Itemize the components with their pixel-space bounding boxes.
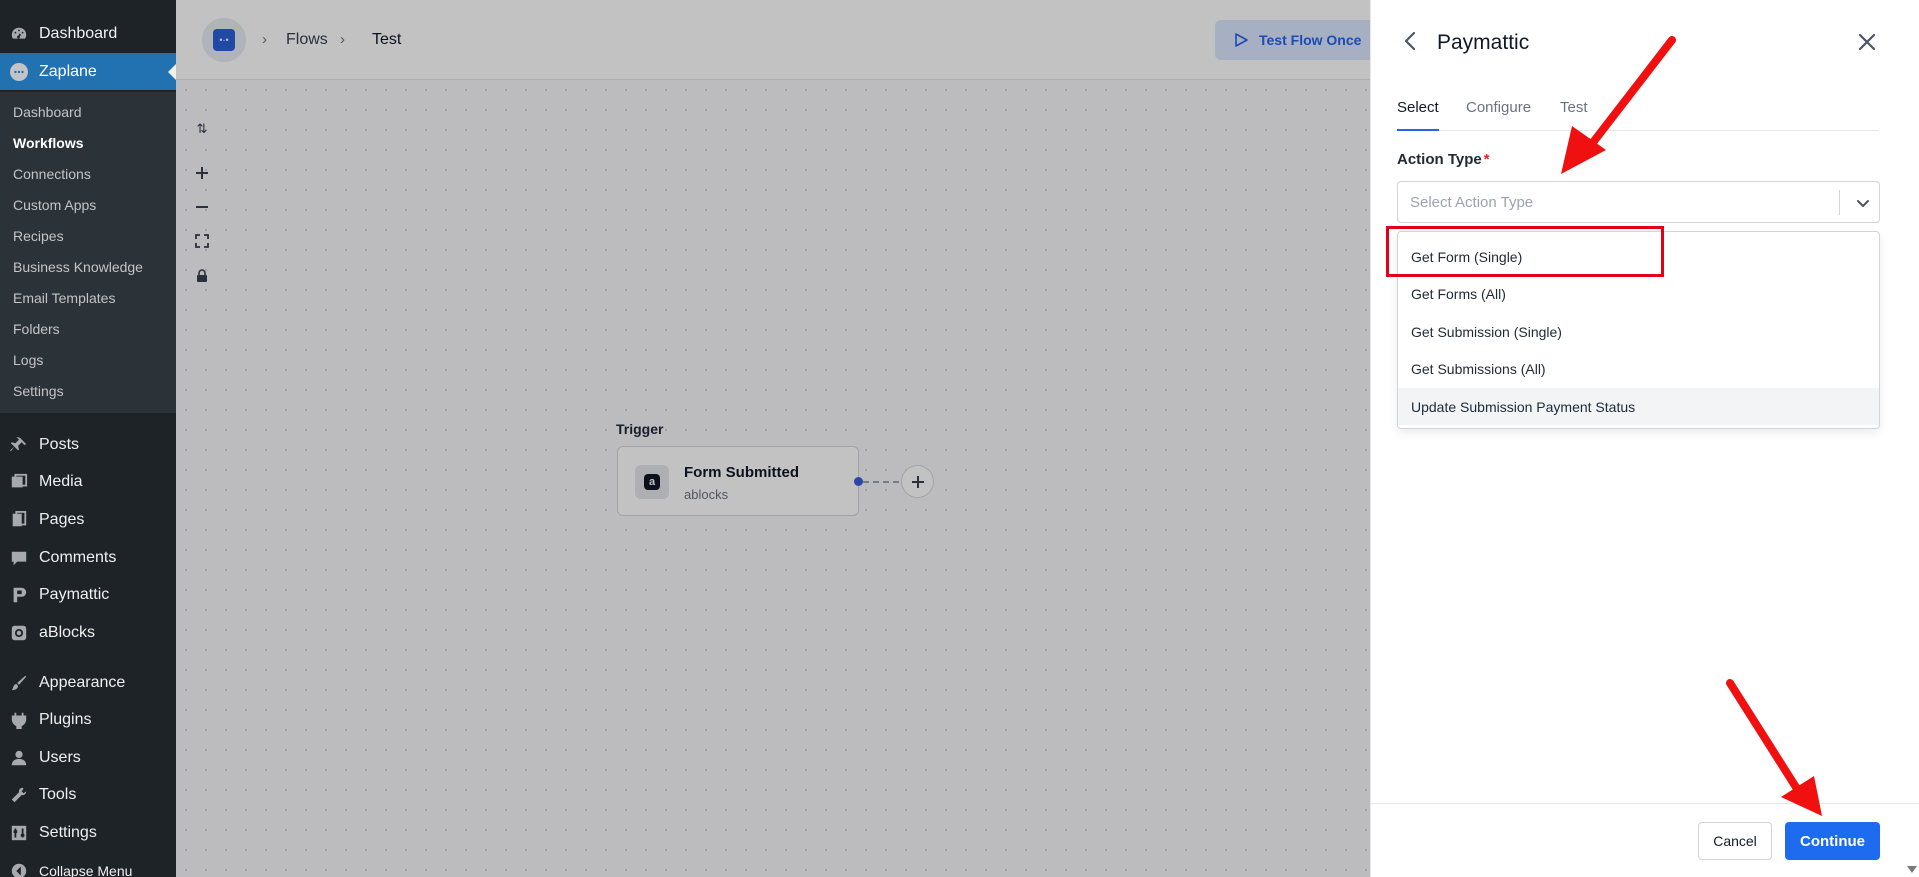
tab-test[interactable]: Test <box>1560 99 1588 131</box>
pushpin-icon <box>9 435 29 455</box>
collapse-icon <box>9 861 29 877</box>
select-divider <box>1839 190 1840 215</box>
submenu-business-knowledge[interactable]: Business Knowledge <box>13 259 143 275</box>
wp-menu-media[interactable]: Media <box>0 463 176 500</box>
wp-menu-label: Posts <box>39 435 80 453</box>
submenu-settings[interactable]: Settings <box>13 383 64 399</box>
plugin-icon <box>9 710 29 730</box>
option-get-submissions-all[interactable]: Get Submissions (All) <box>1398 350 1879 387</box>
tab-configure[interactable]: Configure <box>1466 99 1531 131</box>
option-update-submission-payment-status[interactable]: Update Submission Payment Status <box>1398 388 1879 425</box>
pages-icon <box>9 510 29 530</box>
wp-menu-zaplane[interactable]: Zaplane <box>0 53 176 90</box>
submenu-logs[interactable]: Logs <box>13 352 43 368</box>
panel-title: Paymattic <box>1437 31 1530 54</box>
chevron-down-icon[interactable] <box>1854 194 1872 212</box>
wp-menu-posts[interactable]: Posts <box>0 426 176 463</box>
submenu-recipes[interactable]: Recipes <box>13 228 64 244</box>
wp-menu-label: Media <box>39 472 83 490</box>
action-type-label: Action Type * <box>1397 151 1490 168</box>
comment-icon <box>9 548 29 568</box>
wp-menu-label: Dashboard <box>39 24 118 42</box>
wp-collapse-menu[interactable]: Collapse Menu <box>0 852 176 877</box>
action-type-select[interactable]: Select Action Type <box>1397 181 1880 223</box>
paymattic-icon <box>9 585 29 605</box>
wp-menu-label: aBlocks <box>39 623 96 641</box>
submenu-dashboard[interactable]: Dashboard <box>13 104 82 120</box>
wp-menu-label: Collapse Menu <box>39 862 133 877</box>
submenu-email-templates[interactable]: Email Templates <box>13 290 115 306</box>
modal-backdrop[interactable] <box>176 0 1370 877</box>
wp-menu-pages[interactable]: Pages <box>0 501 176 538</box>
scroll-down-icon[interactable] <box>1907 866 1917 873</box>
back-arrow-icon[interactable] <box>1400 30 1422 52</box>
wp-menu-label: Zaplane <box>39 62 97 80</box>
wp-menu-label: Appearance <box>39 673 126 691</box>
annotation-highlight-box <box>1386 226 1664 277</box>
close-icon[interactable] <box>1856 31 1878 53</box>
wp-menu-ablocks[interactable]: aBlocks <box>0 614 176 651</box>
action-type-label-text: Action Type <box>1397 151 1482 168</box>
media-icon <box>9 472 29 492</box>
wp-menu-plugins[interactable]: Plugins <box>0 701 176 738</box>
continue-button[interactable]: Continue <box>1785 822 1880 860</box>
wp-menu-label: Users <box>39 748 81 766</box>
submenu-custom-apps[interactable]: Custom Apps <box>13 197 96 213</box>
dashboard-icon <box>9 24 29 44</box>
wp-menu-label: Tools <box>39 785 77 803</box>
submenu-folders[interactable]: Folders <box>13 321 60 337</box>
wp-menu-label: Pages <box>39 510 85 528</box>
settings-icon <box>9 823 29 843</box>
cancel-button[interactable]: Cancel <box>1698 822 1772 860</box>
wp-admin-sidebar: Dashboard Zaplane Dashboard Workflows Co… <box>0 0 176 877</box>
option-get-submission-single[interactable]: Get Submission (Single) <box>1398 313 1879 350</box>
paintbrush-icon <box>9 673 29 693</box>
wp-menu-tools[interactable]: Tools <box>0 776 176 813</box>
wp-menu-label: Comments <box>39 548 117 566</box>
wp-menu-comments[interactable]: Comments <box>0 539 176 576</box>
wp-menu-dashboard[interactable]: Dashboard <box>0 15 176 52</box>
option-get-forms-all[interactable]: Get Forms (All) <box>1398 275 1879 312</box>
submenu-workflows[interactable]: Workflows <box>13 135 84 151</box>
ablocks-icon <box>9 623 29 643</box>
wp-menu-paymattic[interactable]: Paymattic <box>0 576 176 613</box>
wp-menu-settings[interactable]: Settings <box>0 814 176 851</box>
wp-menu-users[interactable]: Users <box>0 739 176 776</box>
zaplane-icon <box>9 62 29 82</box>
select-placeholder: Select Action Type <box>1410 194 1534 211</box>
required-mark: * <box>1483 151 1490 168</box>
submenu-connections[interactable]: Connections <box>13 166 91 182</box>
user-icon <box>9 748 29 768</box>
wp-menu-label: Plugins <box>39 710 92 728</box>
action-panel: Paymattic Select Configure Test Action T… <box>1370 0 1919 877</box>
wrench-icon <box>9 785 29 805</box>
wp-menu-label: Paymattic <box>39 585 110 603</box>
wp-menu-label: Settings <box>39 823 97 841</box>
panel-tabs: Select Configure Test <box>1397 96 1879 131</box>
wp-menu-appearance[interactable]: Appearance <box>0 664 176 701</box>
panel-footer: Cancel Continue <box>1371 803 1919 877</box>
tab-select[interactable]: Select <box>1397 99 1439 131</box>
